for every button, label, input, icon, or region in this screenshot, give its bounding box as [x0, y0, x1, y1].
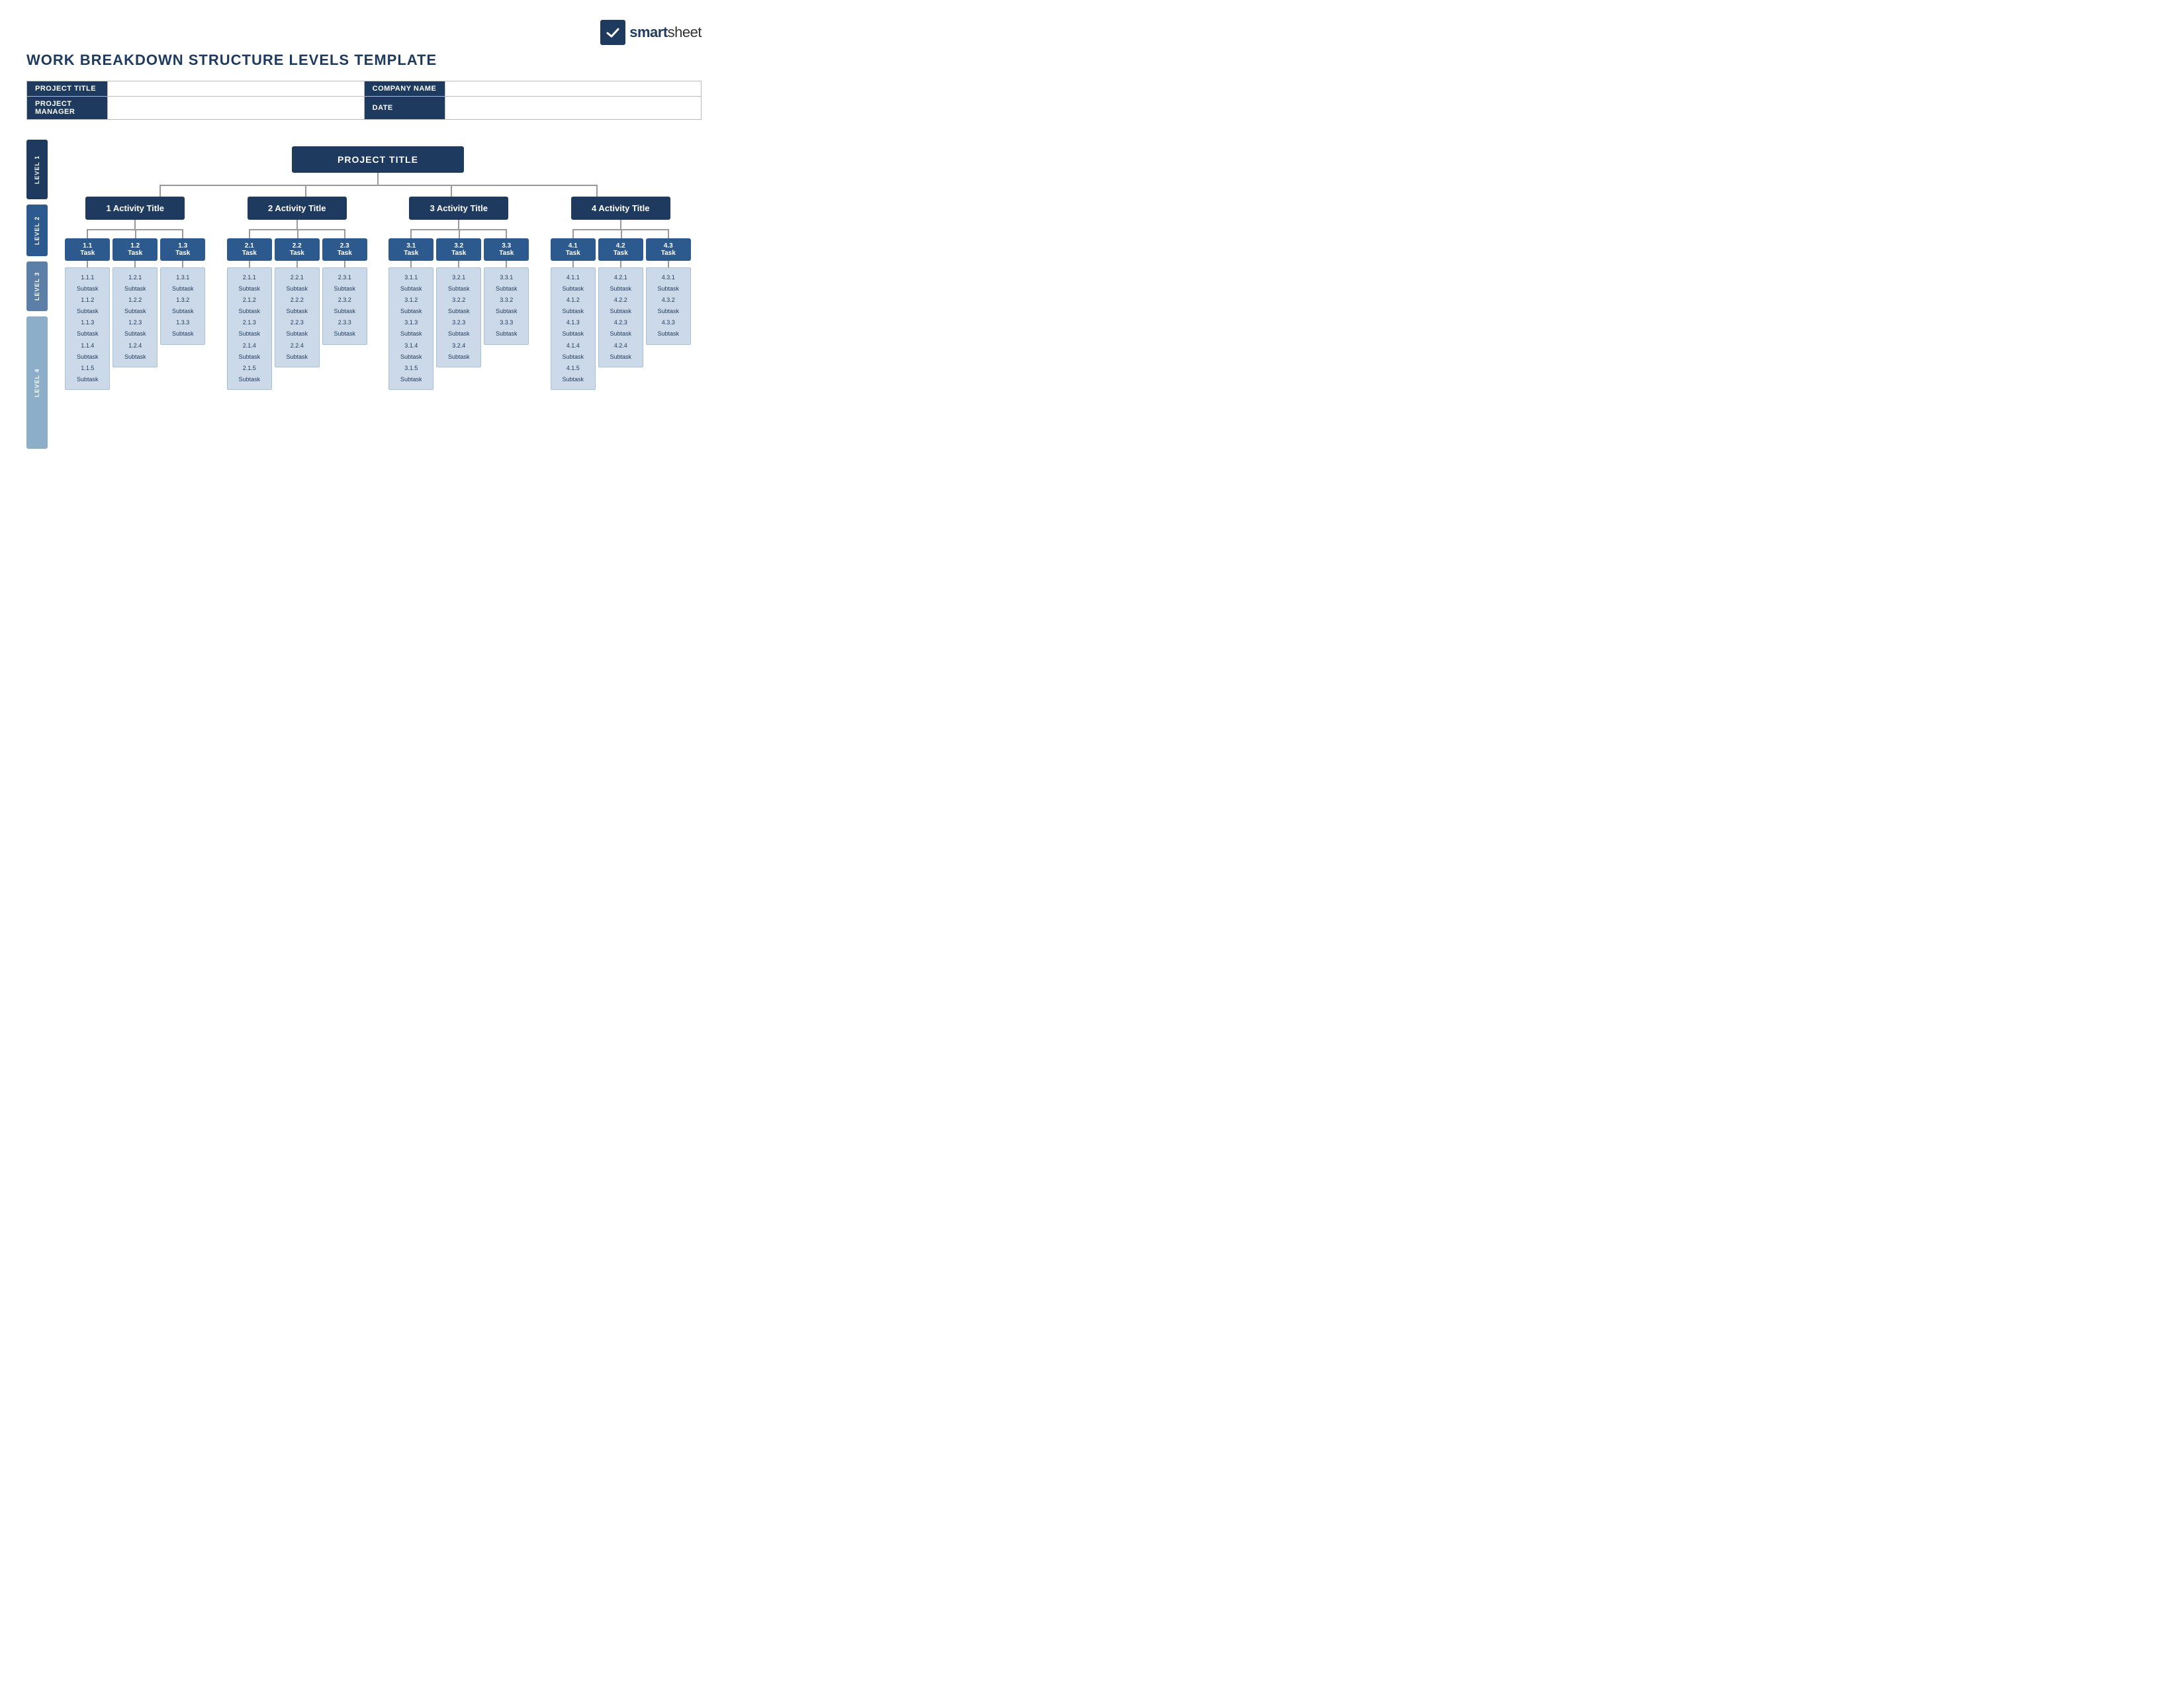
subtask-3-1-box: 3.1.1Subtask 3.1.2Subtask 3.1.3Subtask 3… — [388, 267, 433, 390]
task-1-3-group: 1.3Task 1.3.1Subtask 1.3.2Subtask 1.3.3S… — [160, 238, 205, 390]
task-1-2-group: 1.2Task 1.2.1Subtask 1.2.2Subtask 1.2.3S… — [113, 238, 158, 390]
task-4-2-group: 4.2Task 4.2.1Subtask 4.2.2Subtask 4.2.3S… — [598, 238, 643, 390]
activity-4-group: 4 Activity Title 4.1Task — [540, 197, 702, 390]
level-4-label: LEVEL 4 — [26, 316, 48, 449]
task-3-3-node: 3.3Task — [484, 238, 529, 261]
main-chart: PROJECT TITLE 1 Activity Title — [54, 140, 702, 449]
project-manager-value[interactable] — [108, 97, 364, 120]
project-title-value[interactable] — [108, 81, 364, 97]
activity-2-node: 2 Activity Title — [248, 197, 347, 220]
task-1-1-node: 1.1Task — [65, 238, 110, 261]
task-4-3-group: 4.3Task 4.3.1Subtask 4.3.2Subtask 4.3.3S… — [646, 238, 691, 390]
subtask-1-3-box: 1.3.1Subtask 1.3.2Subtask 1.3.3Subtask — [160, 267, 205, 345]
level-1-label: LEVEL 1 — [26, 140, 48, 199]
task-3-1-group: 3.1Task 3.1.1Subtask 3.1.2Subtask 3.1.3S… — [388, 238, 433, 390]
task-1-3-node: 1.3Task — [160, 238, 205, 261]
logo-icon — [600, 20, 625, 45]
wbs-chart: LEVEL 1 LEVEL 2 LEVEL 3 LEVEL 4 PROJECT … — [26, 140, 702, 449]
logo-text: smartsheet — [629, 24, 702, 41]
task-2-1-node: 2.1Task — [227, 238, 272, 261]
smartsheet-logo: smartsheet — [600, 20, 702, 45]
date-value[interactable] — [445, 97, 701, 120]
activity-1-group: 1 Activity Title 1.1 — [54, 197, 216, 390]
subtask-3-3-box: 3.3.1Subtask 3.3.2Subtask 3.3.3Subtask — [484, 267, 529, 345]
logo-area: smartsheet — [26, 20, 702, 45]
info-table: PROJECT TITLE COMPANY NAME PROJECT MANAG… — [26, 81, 702, 120]
page-title: WORK BREAKDOWN STRUCTURE LEVELS TEMPLATE — [26, 52, 702, 69]
task-2-3-group: 2.3Task 2.3.1Subtask 2.3.2Subtask 2.3.3S… — [322, 238, 367, 390]
task-4-1-group: 4.1Task 4.1.1Subtask 4.1.2Subtask 4.1.3S… — [551, 238, 596, 390]
date-label: DATE — [364, 97, 445, 120]
task-3-1-node: 3.1Task — [388, 238, 433, 261]
task-1-1-group: 1.1Task 1.1.1Subtask 1.1.2Subtask 1.1.3S… — [65, 238, 110, 390]
activity-1-node: 1 Activity Title — [85, 197, 185, 220]
subtask-1-1-box: 1.1.1Subtask 1.1.2Subtask 1.1.3Subtask 1… — [65, 267, 110, 390]
subtask-2-3-box: 2.3.1Subtask 2.3.2Subtask 2.3.3Subtask — [322, 267, 367, 345]
project-title-label: PROJECT TITLE — [27, 81, 108, 97]
subtask-4-1-box: 4.1.1Subtask 4.1.2Subtask 4.1.3Subtask 4… — [551, 267, 596, 390]
subtask-3-2-box: 3.2.1Subtask 3.2.2Subtask 3.2.3Subtask 3… — [436, 267, 481, 367]
subtask-2-1-box: 2.1.1Subtask 2.1.2Subtask 2.1.3Subtask 2… — [227, 267, 272, 390]
task-2-1-group: 2.1Task 2.1.1Subtask 2.1.2Subtask 2.1.3S… — [227, 238, 272, 390]
task-3-2-group: 3.2Task 3.2.1Subtask 3.2.2Subtask 3.2.3S… — [436, 238, 481, 390]
level-labels: LEVEL 1 LEVEL 2 LEVEL 3 LEVEL 4 — [26, 140, 48, 449]
activity-3-node: 3 Activity Title — [409, 197, 508, 220]
subtask-1-2-box: 1.2.1Subtask 1.2.2Subtask 1.2.3Subtask 1… — [113, 267, 158, 367]
level-2-label: LEVEL 2 — [26, 205, 48, 256]
task-1-2-node: 1.2Task — [113, 238, 158, 261]
project-manager-label: PROJECT MANAGER — [27, 97, 108, 120]
task-4-2-node: 4.2Task — [598, 238, 643, 261]
project-title-node: PROJECT TITLE — [292, 146, 464, 173]
activity-2-group: 2 Activity Title 2.1Task — [216, 197, 379, 390]
activity-4-node: 4 Activity Title — [571, 197, 670, 220]
task-2-2-node: 2.2Task — [275, 238, 320, 261]
subtask-4-3-box: 4.3.1Subtask 4.3.2Subtask 4.3.3Subtask — [646, 267, 691, 345]
task-4-3-node: 4.3Task — [646, 238, 691, 261]
company-name-label: COMPANY NAME — [364, 81, 445, 97]
company-name-value[interactable] — [445, 81, 701, 97]
task-2-2-group: 2.2Task 2.2.1Subtask 2.2.2Subtask 2.2.3S… — [275, 238, 320, 390]
task-2-3-node: 2.3Task — [322, 238, 367, 261]
task-4-1-node: 4.1Task — [551, 238, 596, 261]
task-3-3-group: 3.3Task 3.3.1Subtask 3.3.2Subtask 3.3.3S… — [484, 238, 529, 390]
subtask-4-2-box: 4.2.1Subtask 4.2.2Subtask 4.2.3Subtask 4… — [598, 267, 643, 367]
activity-3-group: 3 Activity Title 3.1Task — [378, 197, 540, 390]
level-3-label: LEVEL 3 — [26, 261, 48, 311]
subtask-2-2-box: 2.2.1Subtask 2.2.2Subtask 2.2.3Subtask 2… — [275, 267, 320, 367]
task-3-2-node: 3.2Task — [436, 238, 481, 261]
